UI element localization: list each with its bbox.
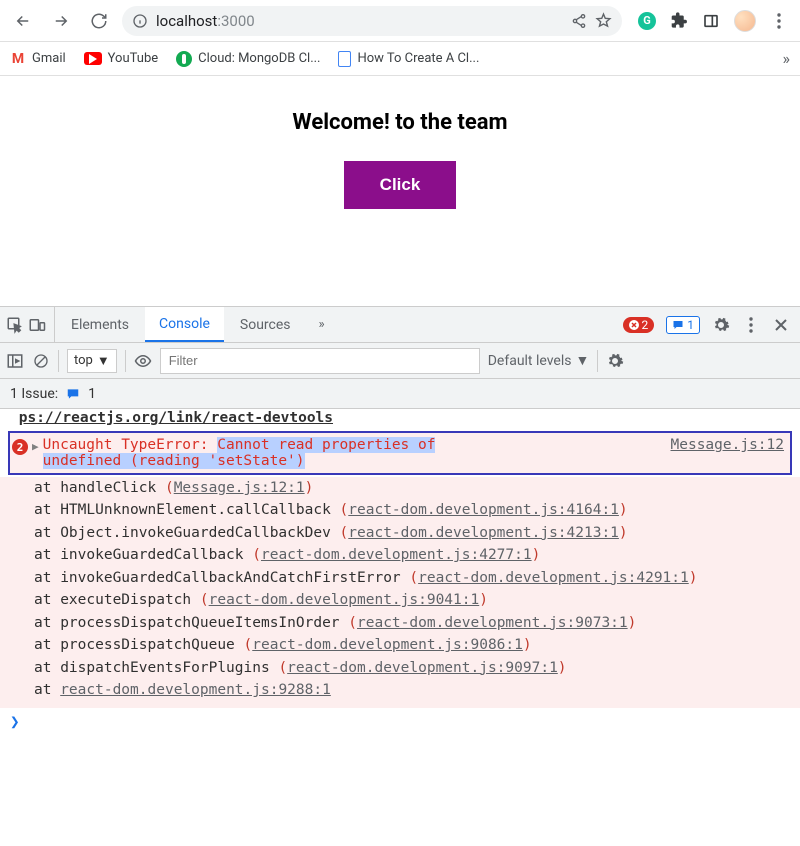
tabs-overflow-icon[interactable]: »	[313, 316, 331, 334]
forward-button[interactable]	[46, 6, 76, 36]
inspect-icon[interactable]	[6, 316, 24, 334]
context-selector[interactable]: top ▼	[67, 349, 117, 373]
issues-bar[interactable]: 1 Issue: 1	[0, 379, 800, 409]
error-icon	[629, 320, 639, 330]
stack-frame: at Object.invokeGuardedCallbackDev (reac…	[34, 522, 790, 544]
gmail-icon: M	[10, 51, 26, 67]
stack-frame: at processDispatchQueue (react-dom.devel…	[34, 634, 790, 656]
console-output: ps://reactjs.org/link/react-devtools 2 ▶…	[0, 409, 800, 846]
profile-avatar[interactable]	[734, 10, 756, 32]
youtube-icon	[84, 52, 102, 65]
grammarly-icon[interactable]: G	[638, 12, 656, 30]
settings-icon[interactable]	[712, 316, 730, 334]
log-levels-selector[interactable]: Default levels ▼	[488, 352, 590, 369]
bookmark-label: YouTube	[108, 51, 159, 66]
source-link[interactable]: Message.js:12:1	[174, 480, 305, 496]
bookmark-howto[interactable]: How To Create A Cl...	[338, 51, 479, 67]
close-icon[interactable]	[772, 316, 790, 334]
tab-elements[interactable]: Elements	[57, 307, 143, 342]
bookmark-youtube[interactable]: YouTube	[84, 51, 159, 66]
source-link[interactable]: react-dom.development.js:9288:1	[60, 682, 331, 698]
page-heading: Welcome! to the team	[292, 110, 507, 135]
log-entry: ps://reactjs.org/link/react-devtools	[0, 409, 800, 427]
link[interactable]: ps://reactjs.org/link/react-devtools	[19, 410, 333, 426]
bookmarks-bar: M Gmail YouTube Cloud: MongoDB Cl... How…	[0, 42, 800, 76]
devtools-tabbar: Elements Console Sources » 2 1	[0, 307, 800, 343]
error-message: Uncaught TypeError: Cannot read properti…	[43, 437, 436, 469]
source-link[interactable]: react-dom.development.js:4291:1	[418, 570, 689, 586]
stack-frame: at react-dom.development.js:9288:1	[34, 679, 790, 701]
url-text: localhost:3000	[156, 12, 255, 30]
source-link[interactable]: react-dom.development.js:9073:1	[357, 615, 628, 631]
eye-icon[interactable]	[134, 352, 152, 370]
source-link[interactable]: react-dom.development.js:9086:1	[252, 637, 523, 653]
error-entry[interactable]: 2 ▶ Uncaught TypeError: Cannot read prop…	[8, 431, 792, 475]
issues-count: 1	[88, 386, 96, 402]
toolbar-extensions: G	[630, 10, 792, 32]
source-link[interactable]: react-dom.development.js:9041:1	[209, 592, 480, 608]
click-button[interactable]: Click	[344, 161, 457, 209]
disclosure-triangle-icon[interactable]: ▶	[32, 440, 39, 453]
extensions-icon[interactable]	[670, 12, 688, 30]
browser-toolbar: localhost:3000 G	[0, 0, 800, 42]
info-icon	[132, 13, 148, 29]
filter-input[interactable]	[160, 348, 480, 374]
chevron-down-icon: ▼	[575, 352, 589, 369]
arrow-left-icon	[14, 12, 32, 30]
stack-frame: at handleClick (Message.js:12:1)	[34, 477, 790, 499]
doc-icon	[338, 51, 351, 67]
source-link[interactable]: react-dom.development.js:4213:1	[348, 525, 619, 541]
stack-frame: at invokeGuardedCallback (react-dom.deve…	[34, 544, 790, 566]
issues-label: 1 Issue:	[10, 386, 58, 402]
error-badge-icon: 2	[12, 439, 28, 455]
console-settings-icon[interactable]	[606, 352, 624, 370]
back-button[interactable]	[8, 6, 38, 36]
console-toolbar: top ▼ Default levels ▼	[0, 343, 800, 379]
stack-frame: at executeDispatch (react-dom.developmen…	[34, 589, 790, 611]
source-link[interactable]: react-dom.development.js:4277:1	[261, 547, 532, 563]
mongodb-icon	[176, 51, 192, 67]
console-prompt[interactable]: ❯	[0, 708, 800, 735]
address-bar[interactable]: localhost:3000	[122, 6, 622, 36]
bookmark-gmail[interactable]: M Gmail	[10, 51, 66, 67]
stack-frame: at dispatchEventsForPlugins (react-dom.d…	[34, 657, 790, 679]
stack-frame: at processDispatchQueueItemsInOrder (rea…	[34, 612, 790, 634]
star-icon[interactable]	[595, 12, 612, 29]
bookmark-mongodb[interactable]: Cloud: MongoDB Cl...	[176, 51, 320, 67]
stack-frame: at invokeGuardedCallbackAndCatchFirstErr…	[34, 567, 790, 589]
device-icon[interactable]	[28, 316, 46, 334]
share-icon[interactable]	[571, 13, 587, 29]
bookmark-label: Gmail	[32, 51, 66, 66]
arrow-right-icon	[52, 12, 70, 30]
kebab-icon[interactable]	[742, 316, 760, 334]
error-count-badge[interactable]: 2	[623, 317, 655, 333]
devtools-panel: Elements Console Sources » 2 1 top ▼	[0, 306, 800, 846]
menu-icon[interactable]	[770, 12, 788, 30]
stack-trace: at handleClick (Message.js:12:1)at HTMLU…	[0, 477, 800, 708]
stack-frame: at HTMLUnknownElement.callCallback (reac…	[34, 499, 790, 521]
sidepanel-icon[interactable]	[702, 12, 720, 30]
clear-console-icon[interactable]	[32, 352, 50, 370]
message-icon	[672, 319, 684, 331]
sidebar-toggle-icon[interactable]	[6, 352, 24, 370]
error-source-link[interactable]: Message.js:12	[671, 437, 785, 453]
bookmark-label: How To Create A Cl...	[357, 51, 479, 66]
bookmark-label: Cloud: MongoDB Cl...	[198, 51, 320, 66]
page-content: Welcome! to the team Click	[0, 76, 800, 306]
reload-button[interactable]	[84, 6, 114, 36]
message-count-badge[interactable]: 1	[666, 316, 700, 334]
chevron-down-icon: ▼	[97, 353, 110, 369]
source-link[interactable]: react-dom.development.js:9097:1	[287, 660, 558, 676]
message-icon	[66, 387, 80, 401]
source-link[interactable]: react-dom.development.js:4164:1	[348, 502, 619, 518]
tab-console[interactable]: Console	[145, 307, 224, 342]
reload-icon	[90, 12, 108, 30]
bookmarks-overflow-icon[interactable]: »	[783, 49, 791, 68]
tab-sources[interactable]: Sources	[226, 307, 305, 342]
